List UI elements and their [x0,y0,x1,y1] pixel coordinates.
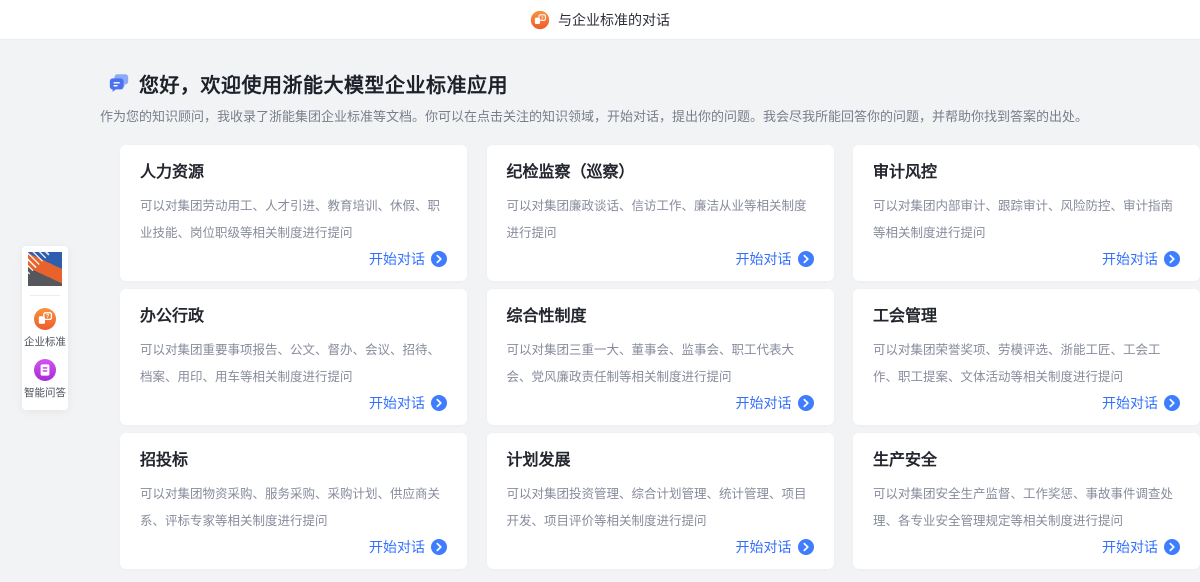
topbar-title: 与企业标准的对话 [558,10,670,30]
card-title: 生产安全 [873,450,1180,472]
arrow-right-circle-icon [431,395,447,411]
card-title: 纪检监察（巡察） [507,162,814,184]
topic-card-discipline-inspection: 纪检监察（巡察） 可以对集团廉政谈话、信访工作、廉洁从业等相关制度进行提问 开始… [487,145,834,281]
start-chat-link[interactable]: 开始对话 [369,249,447,269]
card-description: 可以对集团重要事项报告、公文、督办、会议、招待、档案、用印、用车等相关制度进行提… [140,337,447,391]
card-description: 可以对集团三重一大、董事会、监事会、职工代表大会、党风廉政责任制等相关制度进行提… [507,337,814,391]
sidebar-item-smart-qa[interactable]: 智能问答 [24,358,66,400]
start-chat-link[interactable]: 开始对话 [736,249,814,269]
smart-qa-doc-icon [33,358,57,382]
chat-question-icon: ? [33,307,57,331]
topic-card-office-admin: 办公行政 可以对集团重要事项报告、公文、督办、会议、招待、档案、用印、用车等相关… [120,289,467,425]
topic-card-grid: 人力资源 可以对集团劳动用工、人才引进、教育培训、休假、职业技能、岗位职级等相关… [120,145,1200,569]
card-title: 综合性制度 [507,306,814,328]
sidebar-item-label: 企业标准 [24,334,66,349]
card-title: 办公行政 [140,306,447,328]
topbar: ? 与企业标准的对话 [0,0,1200,40]
welcome-section: 您好，欢迎使用浙能大模型企业标准应用 作为您的知识顾问，我收录了浙能集团企业标准… [100,40,1200,126]
card-description: 可以对集团内部审计、跟踪审计、风险防控、审计指南等相关制度进行提问 [873,193,1180,247]
arrow-right-circle-icon [1164,395,1180,411]
start-chat-link[interactable]: 开始对话 [1102,537,1180,557]
card-description: 可以对集团廉政谈话、信访工作、廉洁从业等相关制度进行提问 [507,193,814,247]
arrow-right-circle-icon [798,539,814,555]
arrow-right-circle-icon [798,251,814,267]
card-description: 可以对集团荣誉奖项、劳模评选、浙能工匠、工会工作、职工提案、文体活动等相关制度进… [873,337,1180,391]
arrow-right-circle-icon [1164,539,1180,555]
start-chat-link[interactable]: 开始对话 [1102,249,1180,269]
sidebar: ? 企业标准 智能问答 [22,246,68,410]
svg-text:?: ? [46,314,50,320]
card-title: 招投标 [140,450,447,472]
card-description: 可以对集团安全生产监督、工作奖惩、事故事件调查处理、各专业安全管理规定等相关制度… [873,481,1180,535]
card-description: 可以对集团投资管理、综合计划管理、统计管理、项目开发、项目评价等相关制度进行提问 [507,481,814,535]
topic-card-union-management: 工会管理 可以对集团荣誉奖项、劳模评选、浙能工匠、工会工作、职工提案、文体活动等… [853,289,1200,425]
zheneng-logo[interactable] [28,252,62,286]
chat-bubbles-icon [108,72,130,94]
sidebar-item-enterprise-standard[interactable]: ? 企业标准 [24,307,66,349]
topic-card-audit-risk: 审计风控 可以对集团内部审计、跟踪审计、风险防控、审计指南等相关制度进行提问 开… [853,145,1200,281]
card-description: 可以对集团劳动用工、人才引进、教育培训、休假、职业技能、岗位职级等相关制度进行提… [140,193,447,247]
start-chat-link[interactable]: 开始对话 [1102,393,1180,413]
topic-card-production-safety: 生产安全 可以对集团安全生产监督、工作奖惩、事故事件调查处理、各专业安全管理规定… [853,433,1200,569]
start-chat-link[interactable]: 开始对话 [736,393,814,413]
topic-card-comprehensive-systems: 综合性制度 可以对集团三重一大、董事会、监事会、职工代表大会、党风廉政责任制等相… [487,289,834,425]
arrow-right-circle-icon [1164,251,1180,267]
arrow-right-circle-icon [431,251,447,267]
card-title: 工会管理 [873,306,1180,328]
start-chat-link[interactable]: 开始对话 [369,537,447,557]
main-content: 您好，欢迎使用浙能大模型企业标准应用 作为您的知识顾问，我收录了浙能集团企业标准… [0,40,1200,569]
start-chat-link[interactable]: 开始对话 [736,537,814,557]
svg-text:?: ? [541,15,544,20]
card-title: 计划发展 [507,450,814,472]
topic-card-planning-development: 计划发展 可以对集团投资管理、综合计划管理、统计管理、项目开发、项目评价等相关制… [487,433,834,569]
card-description: 可以对集团物资采购、服务采购、采购计划、供应商关系、评标专家等相关制度进行提问 [140,481,447,535]
topic-card-hr: 人力资源 可以对集团劳动用工、人才引进、教育培训、休假、职业技能、岗位职级等相关… [120,145,467,281]
sidebar-divider [30,295,60,296]
start-chat-link[interactable]: 开始对话 [369,393,447,413]
page-title: 您好，欢迎使用浙能大模型企业标准应用 [139,69,508,98]
chat-question-icon: ? [530,10,550,30]
welcome-subtitle: 作为您的知识顾问，我收录了浙能集团企业标准等文档。你可以在点击关注的知识领域，开… [100,108,1200,126]
sidebar-item-label: 智能问答 [24,385,66,400]
arrow-right-circle-icon [431,539,447,555]
card-title: 审计风控 [873,162,1180,184]
topic-card-bidding: 招投标 可以对集团物资采购、服务采购、采购计划、供应商关系、评标专家等相关制度进… [120,433,467,569]
arrow-right-circle-icon [798,395,814,411]
card-title: 人力资源 [140,162,447,184]
